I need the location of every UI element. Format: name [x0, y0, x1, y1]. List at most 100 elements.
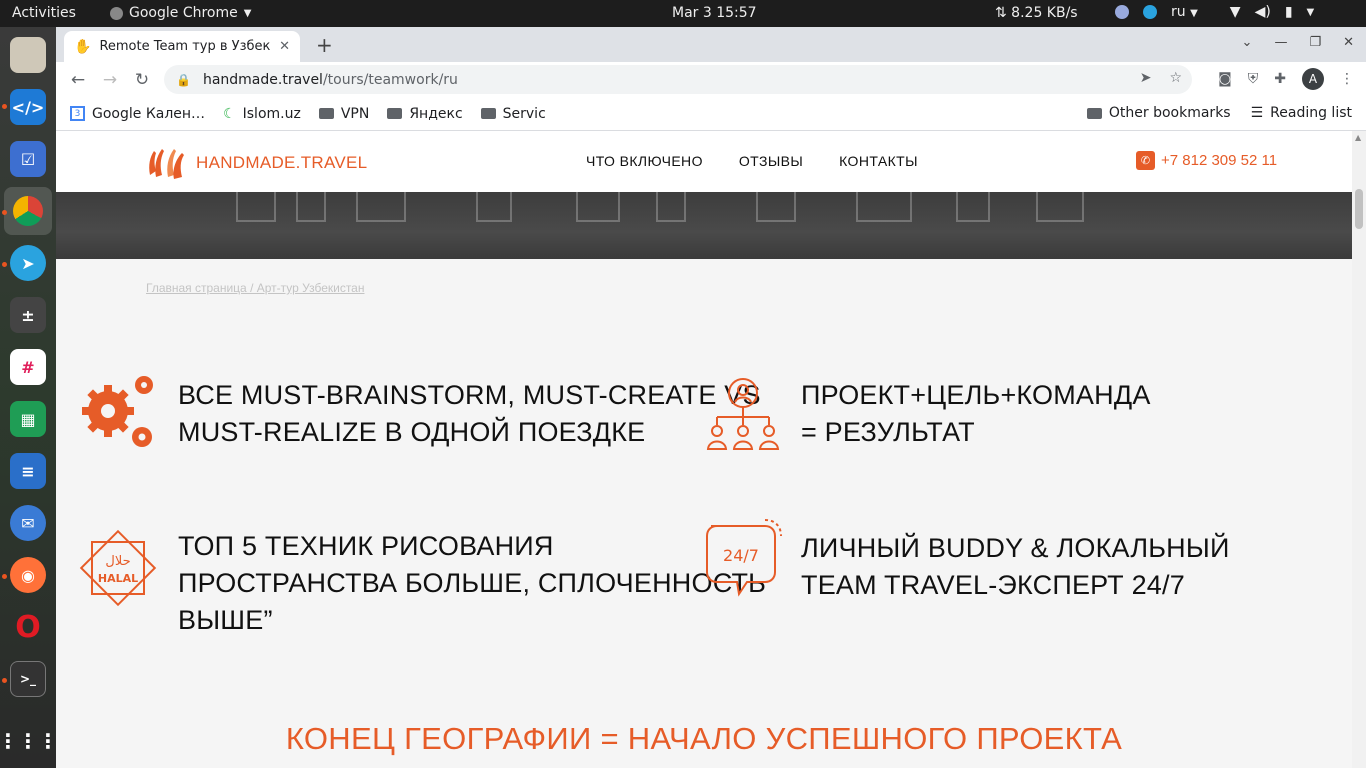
wifi-icon[interactable]: ▼	[1230, 4, 1241, 20]
close-icon[interactable]: ✕	[279, 39, 290, 54]
browser-toolbar: ← → ↻ 🔒 handmade.travel/tours/teamwork/r…	[56, 62, 1366, 97]
language-indicator[interactable]: ru ▼	[1171, 4, 1198, 20]
phone-link[interactable]: ✆ +7 812 309 52 11	[1136, 151, 1277, 170]
shield-extension-icon[interactable]: ⛨	[1248, 71, 1259, 87]
slack-icon[interactable]: #	[10, 349, 46, 385]
volume-icon[interactable]: ◀)	[1255, 4, 1271, 20]
clock[interactable]: Mar 3 15:57	[672, 5, 757, 21]
back-button[interactable]: ←	[62, 70, 94, 90]
bookmark-folder-servic[interactable]: Servic	[480, 105, 546, 122]
app-menu[interactable]: Google Chrome ▼	[110, 5, 251, 21]
chrome-window: ✋ Remote Team тур в Узбек ✕ + ⌄ — ❐ ✕ ← …	[56, 27, 1366, 768]
firefox-icon[interactable]: ◉	[10, 557, 46, 593]
feature-text: ПРОЕКТ+ЦЕЛЬ+КОМАНДА = РЕЗУЛЬТАТ	[801, 380, 1151, 447]
terminal-icon[interactable]: >_	[10, 661, 46, 697]
window-controls: ⌄ — ❐ ✕	[1242, 35, 1354, 50]
chalk-doodle	[296, 192, 326, 222]
screenshot-icon[interactable]: ◙	[1218, 71, 1232, 87]
battery-icon[interactable]: ▮	[1285, 4, 1293, 20]
bookmark-label: VPN	[340, 105, 370, 122]
hands-logo-icon	[149, 149, 184, 179]
chevron-down-icon[interactable]: ▼	[1307, 7, 1315, 18]
bookmark-islom[interactable]: ☾ Islom.uz	[223, 106, 301, 122]
writer-icon[interactable]: ≡	[10, 453, 46, 489]
halal-badge-icon: حلال HALAL	[79, 529, 157, 607]
profile-avatar[interactable]: A	[1302, 68, 1324, 90]
share-icon[interactable]: ➤	[1140, 70, 1152, 86]
thunderbird-icon[interactable]: ✉	[10, 505, 46, 541]
telegram-icon[interactable]	[1143, 5, 1157, 19]
system-tray: ru ▼ ▼ ◀) ▮ ▼	[1115, 4, 1314, 20]
running-indicator	[2, 678, 7, 683]
bookmark-label: Servic	[502, 105, 546, 122]
site-header: HANDMADE.TRAVEL ЧТО ВКЛЮЧЕНО ОТЗЫВЫ КОНТ…	[56, 131, 1352, 192]
page-viewport: HANDMADE.TRAVEL ЧТО ВКЛЮЧЕНО ОТЗЫВЫ КОНТ…	[56, 131, 1352, 768]
lock-icon[interactable]: 🔒	[176, 73, 191, 87]
feature-text: ВСЕ MUST-BRAINSTORM, MUST-CREATE VS MUST…	[178, 380, 761, 447]
minimize-button[interactable]: —	[1274, 35, 1287, 50]
reading-list-label: Reading list	[1270, 105, 1352, 121]
reading-list-icon: ☰	[1250, 105, 1264, 121]
address-bar[interactable]: 🔒 handmade.travel/tours/teamwork/ru ➤ ☆	[164, 65, 1192, 94]
other-bookmarks-label: Other bookmarks	[1108, 105, 1231, 121]
opera-icon[interactable]: O	[10, 609, 46, 645]
halal-text: HALAL	[98, 572, 138, 585]
feature-buddy: 24/7 ЛИЧНЫЙ BUDDY & ЛОКАЛЬНЫЙ TEAM TRAVE…	[703, 518, 1230, 604]
chalk-doodle	[856, 192, 912, 222]
scrollbar-thumb[interactable]	[1355, 189, 1363, 229]
bookmark-folder-yandex[interactable]: Яндекс	[387, 105, 463, 122]
url-host: handmade.travel	[202, 71, 323, 88]
folder-icon	[1086, 107, 1102, 119]
chevron-down-icon: ▼	[243, 7, 252, 19]
site-nav: ЧТО ВКЛЮЧЕНО ОТЗЫВЫ КОНТАКТЫ	[586, 153, 918, 169]
feature-text: ТОП 5 ТЕХНИК РИСОВАНИЯ ПРОСТРАНСТВА БОЛЬ…	[178, 531, 767, 635]
support-chat-icon: 24/7	[706, 519, 782, 597]
reading-list[interactable]: ☰ Reading list	[1251, 105, 1352, 121]
nav-contacts[interactable]: КОНТАКТЫ	[839, 153, 918, 169]
new-tab-button[interactable]: +	[316, 33, 333, 57]
nav-reviews[interactable]: ОТЗЫВЫ	[739, 153, 803, 169]
paw-icon[interactable]	[1115, 5, 1129, 19]
running-indicator	[2, 574, 7, 579]
bookmark-google-calendar[interactable]: 3 Google Кален…	[70, 106, 205, 122]
page-scrollbar[interactable]: ▲	[1352, 131, 1366, 768]
bookmark-star-icon[interactable]: ☆	[1169, 70, 1182, 86]
spreadsheet-icon[interactable]: ▦	[10, 401, 46, 437]
feature-brainstorm: ВСЕ MUST-BRAINSTORM, MUST-CREATE VS MUST…	[78, 371, 761, 451]
breadcrumb[interactable]: Главная страница / Арт-тур Узбекистан	[146, 281, 364, 295]
reload-button[interactable]: ↻	[126, 70, 158, 90]
extensions-puzzle-icon[interactable]: ✚	[1274, 71, 1286, 87]
calendar-icon: 3	[70, 106, 85, 121]
bookmark-label: Яндекс	[409, 105, 463, 122]
telegram-icon[interactable]: ➤	[10, 245, 46, 281]
other-bookmarks[interactable]: Other bookmarks	[1086, 105, 1231, 121]
activities-button[interactable]: Activities	[12, 5, 76, 21]
site-logo[interactable]: HANDMADE.TRAVEL	[146, 145, 367, 181]
chalk-doodle	[756, 192, 796, 222]
nav-included[interactable]: ЧТО ВКЛЮЧЕНО	[586, 153, 703, 169]
halal-arabic-text: حلال	[105, 554, 130, 569]
chrome-icon	[110, 6, 123, 20]
app-menu-label: Google Chrome	[129, 5, 238, 21]
dock: </> ☑ ➤ ± # ▦ ≡ ✉ ◉ O >_ ⋮⋮⋮	[0, 27, 58, 768]
maximize-button[interactable]: ❐	[1309, 35, 1321, 50]
folder-icon	[318, 108, 334, 119]
close-window-button[interactable]: ✕	[1343, 35, 1354, 50]
bookmark-folder-vpn[interactable]: VPN	[318, 105, 370, 122]
feature-drawing: حلال HALAL ТОП 5 ТЕХНИК РИСОВАНИЯ ПРОСТР…	[78, 528, 766, 639]
tab-search-icon[interactable]: ⌄	[1242, 35, 1253, 50]
tasks-icon[interactable]: ☑	[10, 141, 46, 177]
team-network-icon	[706, 378, 780, 450]
bookmarks-bar: 3 Google Кален… ☾ Islom.uz VPN Яндекс Se…	[56, 97, 1366, 131]
menu-kebab-icon[interactable]: ⋮	[1340, 71, 1354, 87]
files-icon[interactable]	[10, 37, 46, 73]
chalk-doodle	[656, 192, 686, 222]
chrome-icon[interactable]	[4, 187, 52, 235]
scroll-up-arrow-icon[interactable]: ▲	[1355, 133, 1361, 142]
show-apps-icon[interactable]: ⋮⋮⋮	[0, 723, 58, 759]
calculator-icon[interactable]: ±	[10, 297, 46, 333]
gears-icon	[82, 376, 153, 447]
forward-button[interactable]: →	[94, 70, 126, 90]
tab-active[interactable]: ✋ Remote Team тур в Узбек ✕	[64, 31, 300, 62]
vscode-icon[interactable]: </>	[10, 89, 46, 125]
